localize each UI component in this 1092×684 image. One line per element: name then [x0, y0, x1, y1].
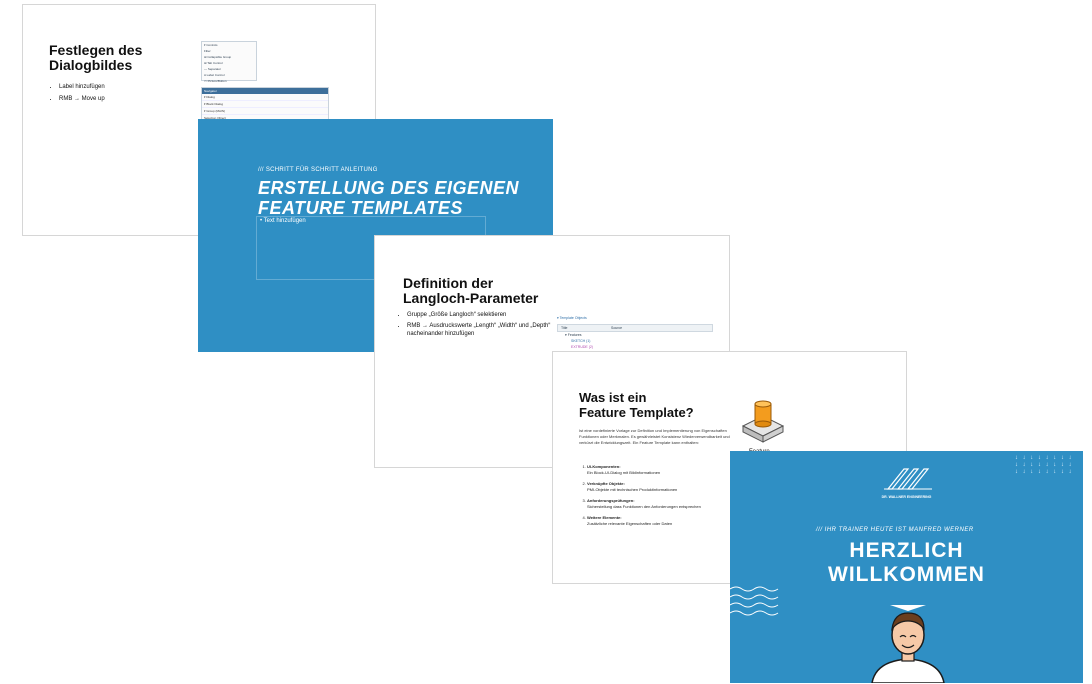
controls-panel-screenshot: ▾ Controls Filter ⊞ Collapsible Group ⊞ …: [201, 41, 257, 83]
navigator-row: ▾ Dialog: [202, 94, 328, 101]
tree-row: EXTRUDE (2): [571, 345, 593, 349]
title-line: Definition der: [403, 275, 494, 291]
feature-icon: [741, 400, 785, 443]
bullet-list: Label hinzufügen RMB → Move up: [49, 81, 105, 105]
bullet-item: RMB → Ausdruckswerte „Length“ „Width“ un…: [407, 322, 557, 338]
column-header-row: Title Source: [557, 324, 713, 332]
slide-title: ERSTELLUNG DES EIGENEN FEATURE TEMPLATES: [258, 178, 519, 218]
column-source: Source: [611, 326, 623, 330]
bullet-item: RMB → Move up: [59, 93, 105, 105]
column-title: Title: [561, 326, 568, 330]
navigator-row: ▾ Block Dialog: [202, 101, 328, 108]
bullet-item: Label hinzufügen: [59, 81, 105, 93]
brand-name: DR. WALLNER ENGINEERING: [881, 495, 932, 499]
intro-text: Ist eine vordefinierte Vorlage zur Defin…: [579, 428, 730, 445]
bullet-list: Gruppe „Größe Langloch“ selektieren RMB …: [397, 311, 557, 341]
title-line: ERSTELLUNG DES EIGENEN: [258, 178, 520, 198]
navigator-row: ▾ Group (MAIN): [202, 108, 328, 115]
slide-title: Definition der Langloch-Parameter: [403, 276, 538, 306]
wave-decoration: [730, 586, 779, 616]
panel-header: ▾ Template Objects: [557, 316, 587, 320]
title-line: Langloch-Parameter: [403, 290, 539, 306]
slide-kicker: /// SCHRITT FÜR SCHRITT ANLEITUNG: [258, 167, 378, 173]
title-line: FEATURE TEMPLATES: [258, 198, 463, 218]
title-line: Was ist ein: [579, 390, 647, 405]
slide-welcome[interactable]: ↓ ↓ ↓ ↓ ↓ ↓ ↓ ↓ ↓ ↓ ↓ ↓ ↓ ↓ ↓ ↓ ↓ ↓ ↓ ↓ …: [730, 451, 1083, 683]
bullet-item: Gruppe „Größe Langloch“ selektieren: [407, 311, 557, 319]
welcome-title: HERZLICH WILLKOMMEN: [730, 539, 1083, 587]
trainer-avatar: [871, 605, 945, 683]
panel-row: ▭ Picture/Button: [204, 79, 227, 83]
arrow-pattern: ↓ ↓ ↓ ↓ ↓ ↓ ↓ ↓ ↓ ↓ ↓ ↓ ↓ ↓ ↓ ↓ ↓ ↓ ↓ ↓ …: [1014, 455, 1073, 475]
title-line: Feature Template?: [579, 405, 694, 420]
title-line: WILLKOMMEN: [828, 563, 985, 586]
slide-title: Was ist ein Feature Template?: [579, 390, 694, 420]
bullet-item: • Text hinzufügen: [260, 218, 306, 224]
title-line: HERZLICH: [849, 539, 964, 562]
template-objects-screenshot: ▾ Template Objects Title Source ▾ Featur…: [557, 316, 713, 356]
company-logo: [884, 468, 932, 490]
trainer-line: /// IHR TRAINER HEUTE IST MANFRED WERNER: [816, 527, 974, 533]
slide-title: Festlegen des Dialogbildes: [49, 42, 143, 73]
